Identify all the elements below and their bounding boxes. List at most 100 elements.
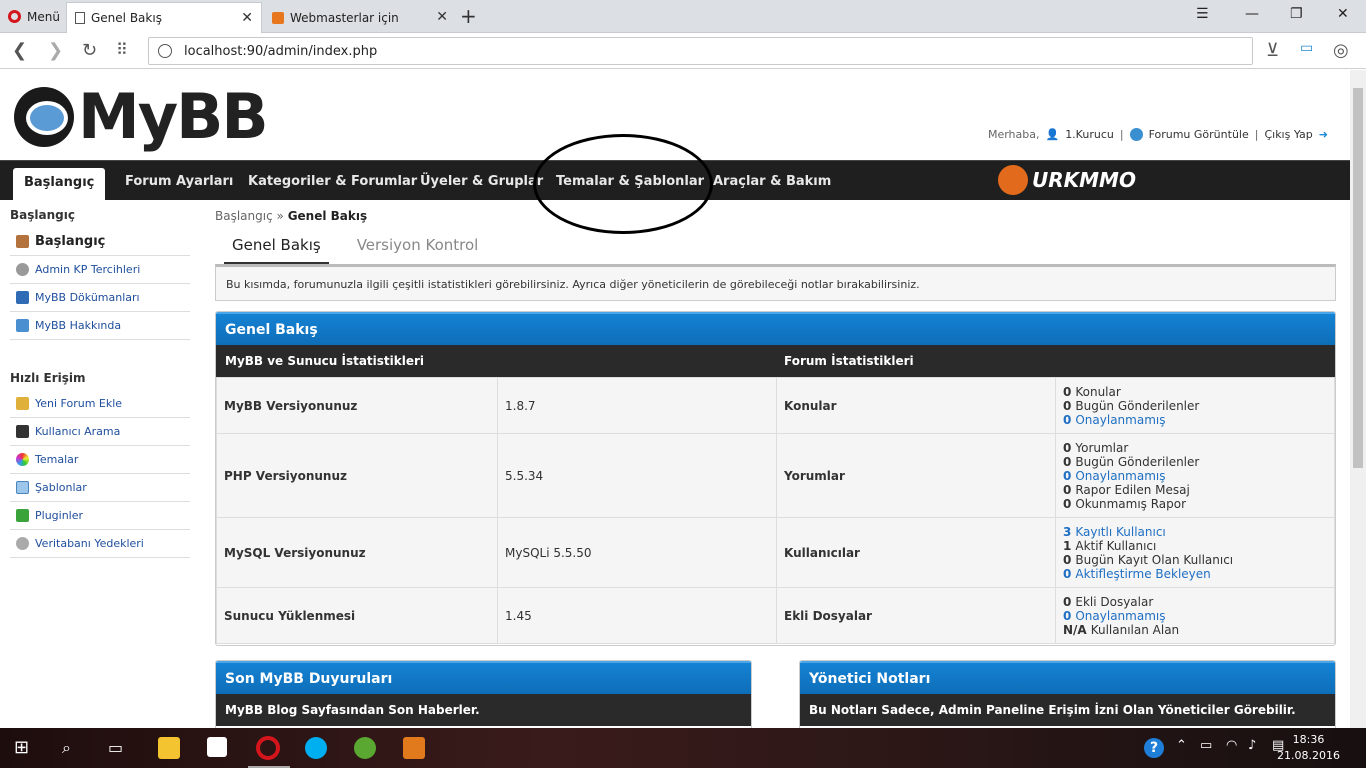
scrollbar-thumb[interactable] [1353, 88, 1363, 468]
opera-menu-button[interactable]: Menü [0, 0, 66, 33]
search-icon[interactable]: ⌕ [62, 738, 71, 758]
windows-start-icon[interactable]: ⊞ [14, 737, 29, 758]
binoculars-icon [16, 425, 29, 438]
account-icon[interactable]: ◎ [1333, 40, 1349, 61]
utorrent-icon[interactable] [354, 737, 376, 759]
sidebar-item-yeni-forum[interactable]: Yeni Forum Ekle [10, 390, 190, 418]
urkmmo-brand: URKMMO [998, 165, 1136, 195]
browser-tab-genel-bakis[interactable]: Genel Bakış ✕ [66, 2, 262, 33]
unapproved-threads-link[interactable]: 0 Onaylanmamış [1063, 413, 1327, 427]
sidebar-item-label: Yeni Forum Ekle [35, 397, 123, 410]
skype-icon[interactable] [305, 737, 327, 759]
media-player-icon[interactable] [403, 737, 425, 759]
battery-saver-icon[interactable]: ▭ [1300, 40, 1313, 56]
nav-tab-forum-ayarlari[interactable]: Forum Ayarları [125, 161, 233, 201]
clock-date: 21.08.2016 [1277, 749, 1340, 762]
table-row: PHP Versiyonunuz 5.5.34 Yorumlar 0 Yoruml… [216, 433, 1335, 518]
stats-table: MyBB Versiyonunuz 1.8.7 Konular 0 Konular… [216, 377, 1335, 644]
close-tab-icon[interactable]: ✕ [436, 9, 448, 25]
unapproved-attachments-link[interactable]: 0 Onaylanmamış [1063, 609, 1327, 623]
mybb-logo[interactable]: MyBB [14, 80, 269, 153]
news-subtitle: MyBB Blog Sayfasından Son Haberler. [216, 694, 751, 726]
page-icon [75, 12, 85, 24]
sidebar-item-hakkinda[interactable]: MyBB Hakkında [10, 312, 190, 340]
sidebar-item-label: Pluginler [35, 509, 84, 522]
sidebar-section-title: Başlangıç [10, 208, 75, 222]
quick-access-menu: Yeni Forum Ekle Kullanıcı Arama Temalar … [10, 390, 190, 558]
globe-icon [158, 44, 172, 58]
view-forum-link[interactable]: Forumu Görüntüle [1149, 128, 1249, 141]
sidebar-item-label: Kullanıcı Arama [35, 425, 121, 438]
forum-stat-label: Kullanıcılar [776, 517, 1056, 588]
tab-versiyon-kontrol[interactable]: Versiyon Kontrol [349, 236, 487, 265]
url-field[interactable]: localhost:90/admin/index.php [148, 37, 1253, 65]
palette-icon [16, 453, 29, 466]
nav-tab-baslangic[interactable]: Başlangıç [13, 168, 106, 201]
sidebar-item-temalar[interactable]: Temalar [10, 446, 190, 474]
store-icon[interactable] [207, 737, 227, 757]
tab-menu-icon[interactable]: ☰ [1196, 6, 1209, 22]
sidebar-item-dokumanlar[interactable]: MyBB Dökümanları [10, 284, 190, 312]
table-row: MyBB Versiyonunuz 1.8.7 Konular 0 Konular… [216, 377, 1335, 434]
tab-title: Webmasterlar için [290, 10, 399, 25]
logo-text: MyBB [78, 80, 269, 153]
speed-dial-icon[interactable]: ⠿ [116, 40, 128, 59]
tab-genel-bakis[interactable]: Genel Bakış [224, 236, 329, 265]
page-scrollbar[interactable] [1350, 70, 1366, 728]
breadcrumb-separator: » [276, 209, 284, 223]
home-icon [16, 235, 29, 248]
minimize-icon[interactable]: — [1245, 6, 1259, 22]
new-tab-icon[interactable]: + [460, 4, 477, 28]
chevron-up-icon[interactable]: ⌃ [1176, 738, 1187, 753]
sidebar-item-admin-kp[interactable]: Admin KP Tercihleri [10, 256, 190, 284]
nav-tab-araclar[interactable]: Araçlar & Bakım [713, 161, 831, 201]
sidebar-item-kullanici-arama[interactable]: Kullanıcı Arama [10, 418, 190, 446]
awaiting-activation-link[interactable]: 0 Aktifleştirme Bekleyen [1063, 567, 1327, 581]
gear-icon [16, 263, 29, 276]
forum-stat-label: Ekli Dosyalar [776, 587, 1056, 644]
logout-link[interactable]: Çıkış Yap [1264, 128, 1312, 141]
news-title: Son MyBB Duyuruları [216, 661, 751, 694]
browser-tab-webmasterlar[interactable]: Webmasterlar için ✕ [264, 2, 456, 33]
maximize-icon[interactable]: ❐ [1290, 6, 1303, 22]
clock-time: 18:36 [1292, 733, 1325, 746]
registered-users-link[interactable]: 3 Kayıtlı Kullanıcı [1063, 525, 1327, 539]
help-icon[interactable]: ? [1144, 738, 1164, 758]
table-row: MySQL Versiyonunuz MySQLi 5.5.50 Kullanı… [216, 517, 1335, 588]
system-clock[interactable]: 18:36 21.08.2016 [1277, 732, 1340, 764]
stat-line: 0 Yorumlar [1063, 440, 1129, 455]
window-close-icon[interactable]: ✕ [1337, 6, 1349, 22]
welcome-text: Merhaba, [987, 128, 1040, 141]
forum-stats-header: Forum İstatistikleri [784, 354, 914, 368]
close-tab-icon[interactable]: ✕ [241, 10, 253, 26]
sidebar-item-sablonlar[interactable]: Şablonlar [10, 474, 190, 502]
download-icon[interactable]: ⊻ [1266, 40, 1279, 61]
task-view-icon[interactable]: ▭ [108, 738, 123, 757]
back-icon[interactable]: ❮ [12, 40, 27, 61]
notifications-icon[interactable]: ▤ [1272, 738, 1284, 753]
sidebar-item-veritabani[interactable]: Veritabanı Yedekleri [10, 530, 190, 558]
stat-label: MySQL Versiyonunuz [216, 517, 498, 588]
breadcrumb-root-link[interactable]: Başlangıç [215, 209, 273, 223]
breadcrumb-current: Genel Bakış [287, 209, 368, 223]
reload-icon[interactable]: ↻ [82, 40, 97, 61]
menu-label: Menü [27, 9, 60, 24]
forward-icon[interactable]: ❯ [48, 40, 63, 61]
battery-icon[interactable]: ▭ [1200, 738, 1212, 753]
sidebar-item-pluginler[interactable]: Pluginler [10, 502, 190, 530]
forum-stat-values: 0 Yorumlar 0 Bugün Gönderilenler 0 Onaylanm… [1055, 433, 1335, 518]
file-explorer-icon[interactable] [158, 737, 180, 759]
book-icon [16, 291, 29, 304]
username-link[interactable]: 1.Kurucu [1065, 128, 1114, 141]
sidebar-item-baslangic[interactable]: Başlangıç [10, 228, 190, 256]
user-icon: 👤 [1045, 128, 1060, 141]
nav-tab-uyeler[interactable]: Üyeler & Gruplar [420, 161, 543, 201]
stat-line: 0 Bugün Gönderilenler [1063, 454, 1200, 469]
wifi-icon[interactable]: ◠ [1226, 738, 1237, 753]
opera-taskbar-icon[interactable] [256, 736, 280, 760]
unapproved-posts-link[interactable]: 0 Onaylanmamış [1063, 469, 1327, 483]
forum-stat-values: 0 Ekli Dosyalar 0 Onaylanmamış N/A Kullanıl… [1055, 587, 1335, 644]
notes-title: Yönetici Notları [800, 661, 1335, 694]
nav-tab-kategoriler[interactable]: Kategoriler & Forumlar [248, 161, 417, 201]
volume-icon[interactable]: ♪ [1248, 738, 1256, 753]
